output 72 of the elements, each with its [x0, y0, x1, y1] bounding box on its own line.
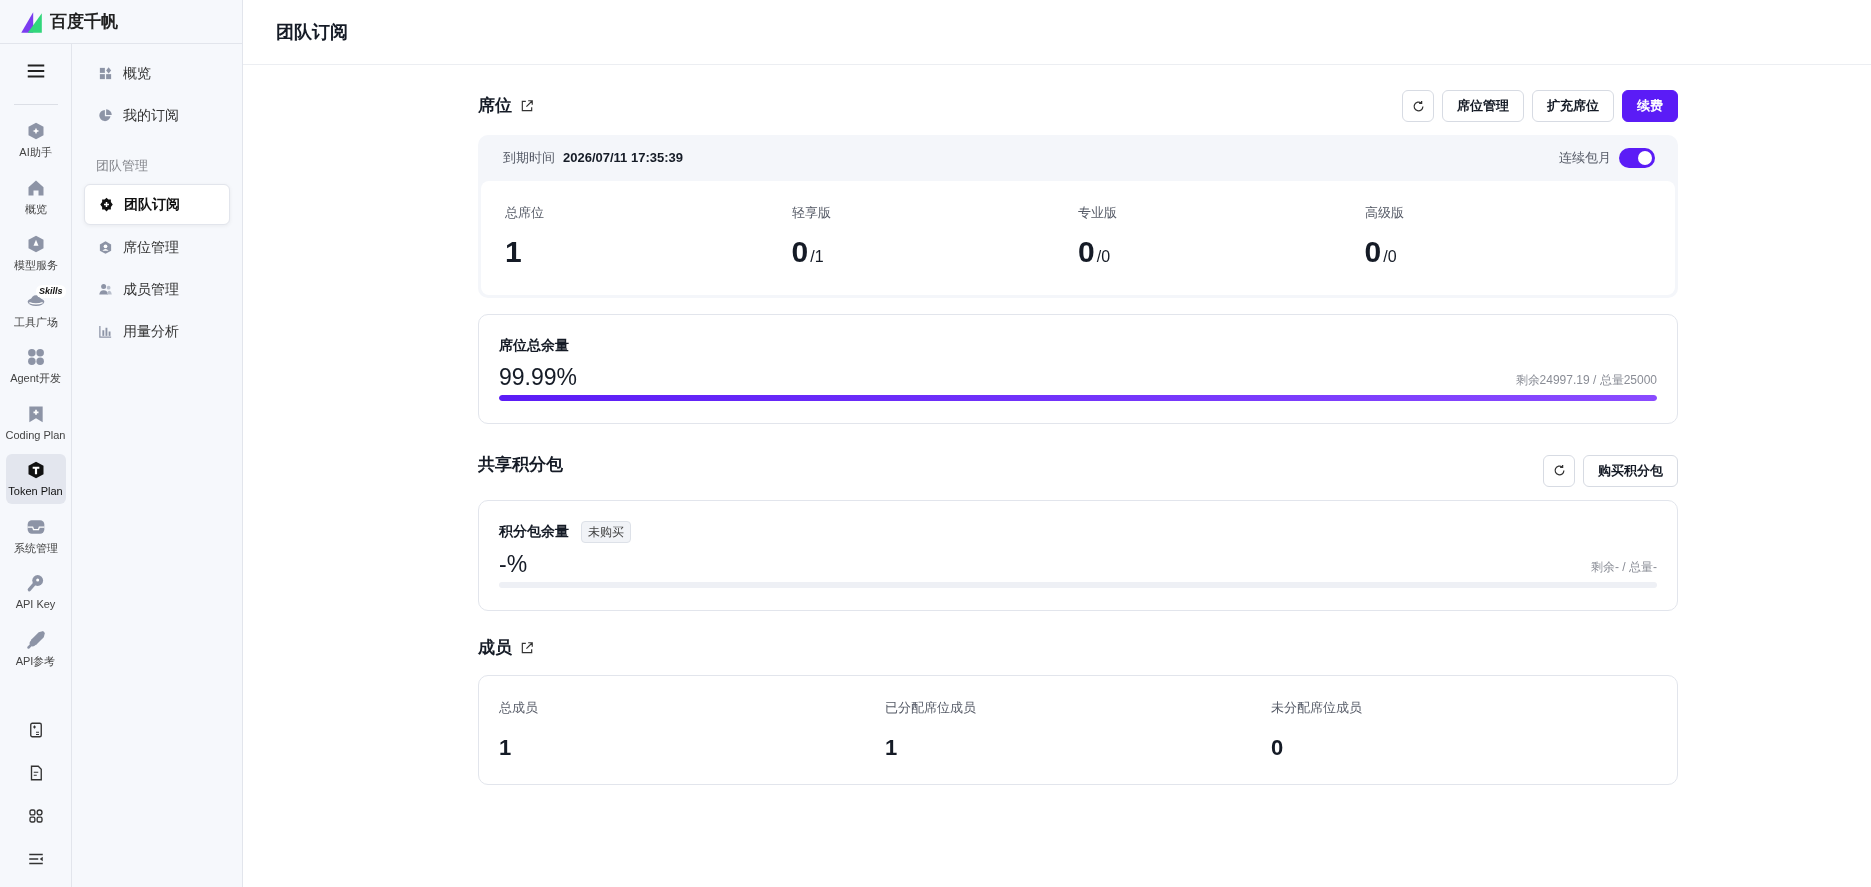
- percent-value: 99.99%: [499, 365, 577, 389]
- rail-item[interactable]: Agent开发: [5, 341, 66, 391]
- stat-value: 1: [885, 735, 898, 760]
- rail-item[interactable]: API Key: [5, 567, 66, 617]
- apps-icon: [26, 807, 45, 825]
- percent-value: -%: [499, 552, 528, 576]
- nav-item[interactable]: 席位管理: [84, 227, 230, 267]
- rail-item[interactable]: 系统管理: [5, 510, 66, 560]
- usage-detail: 剩余- / 总量-: [1591, 558, 1657, 576]
- section-title: 共享积分包: [478, 453, 563, 476]
- stat-value: 0: [1364, 234, 1382, 268]
- rail-item[interactable]: Skills 工具广场: [5, 284, 66, 334]
- stat-value: 0: [1078, 234, 1095, 268]
- stat-value: 1: [499, 735, 512, 760]
- refresh-button[interactable]: [1543, 454, 1575, 487]
- action-button[interactable]: 扩充席位: [1532, 90, 1614, 122]
- action-button[interactable]: 席位管理: [1442, 90, 1524, 122]
- dashboard-icon: [98, 66, 113, 81]
- stat-label: 已分配席位成员: [885, 698, 976, 717]
- logo-text: 百度千帆: [50, 10, 118, 33]
- rail-item[interactable]: Coding Plan: [5, 397, 66, 447]
- rail-item[interactable]: 模型服务: [5, 228, 66, 278]
- users-icon: [98, 281, 113, 297]
- stat-total: /0: [1383, 247, 1397, 265]
- nav-item[interactable]: 概览: [84, 54, 230, 93]
- pie-chart-icon: [98, 108, 113, 123]
- bar-chart-icon: [98, 323, 113, 339]
- refresh-icon: [1551, 463, 1567, 478]
- auto-renew-toggle[interactable]: [1619, 148, 1655, 168]
- nav-item[interactable]: 我的订阅: [84, 96, 230, 135]
- rail-item[interactable]: Token Plan: [5, 454, 66, 504]
- status-tag: 未购买: [581, 520, 631, 543]
- grid-icon: [25, 347, 46, 367]
- buy-points-button[interactable]: 购买积分包: [1583, 454, 1678, 487]
- nav-group-label: 团队管理: [95, 157, 149, 175]
- expiry-label: 到期时间: [503, 149, 555, 168]
- stat-total: /0: [1096, 247, 1111, 265]
- gear-icon: [99, 196, 114, 212]
- stat-value: 0: [1271, 735, 1284, 760]
- external-link[interactable]: [520, 99, 534, 113]
- refresh-button[interactable]: [1402, 90, 1434, 122]
- stat-label: 总席位: [505, 204, 544, 222]
- rail-item[interactable]: 概览: [5, 171, 66, 221]
- stat-total: /1: [810, 247, 824, 265]
- rail-item[interactable]: AI助手: [5, 115, 66, 165]
- external-link[interactable]: [520, 640, 534, 655]
- section-title: 成员: [478, 636, 512, 659]
- nav-item[interactable]: 团队订阅: [84, 183, 230, 225]
- rail-item[interactable]: API参考: [5, 623, 66, 673]
- usage-detail: 剩余24997.19 / 总量25000: [1515, 371, 1657, 389]
- action-button[interactable]: 续费: [1622, 90, 1678, 122]
- skills-badge: Skills: [36, 284, 66, 298]
- nav-item[interactable]: 成员管理: [84, 269, 230, 309]
- stat-label: 高级版: [1364, 204, 1404, 222]
- card-title: 积分包余量: [499, 522, 569, 541]
- page-title: 团队订阅: [243, 0, 1871, 65]
- stat-value: 0: [791, 234, 809, 268]
- user-badge-icon: [98, 239, 113, 255]
- external-link-icon: [520, 99, 534, 113]
- card-title: 席位总余量: [499, 335, 569, 355]
- expiry-date: 2026/07/11 17:35:39: [563, 149, 683, 168]
- stat-label: 未分配席位成员: [1271, 698, 1362, 717]
- auto-renew-label: 连续包月: [1559, 149, 1611, 168]
- stat-label: 专业版: [1078, 204, 1117, 222]
- nav-item[interactable]: 用量分析: [84, 311, 230, 351]
- stat-label: 总成员: [499, 698, 538, 717]
- stat-value: 1: [505, 234, 522, 268]
- section-title: 席位: [478, 95, 512, 118]
- stat-label: 轻享版: [791, 204, 831, 222]
- key-icon: [25, 573, 46, 593]
- refresh-icon: [1410, 98, 1426, 114]
- external-link-icon: [520, 640, 534, 655]
